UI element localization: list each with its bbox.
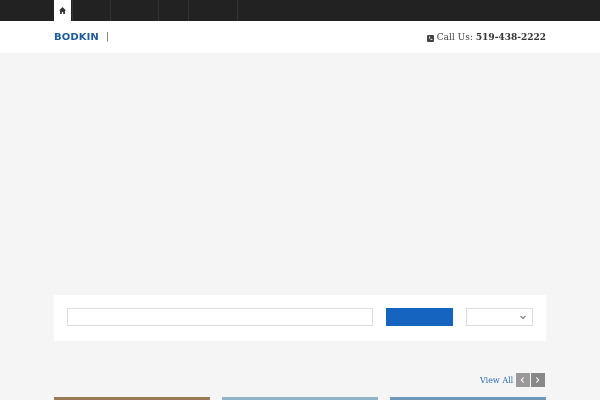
property-search-panel (54, 295, 546, 341)
site-header: BODKIN | Call Us: 519-438-2222 (0, 21, 600, 53)
phone-icon (426, 35, 434, 42)
chevron-right-icon (535, 377, 540, 383)
phone-contact: Call Us: 519-438-2222 (426, 33, 546, 44)
view-all-link[interactable]: View All (480, 376, 513, 386)
top-navigation-bar (0, 0, 600, 21)
phone-number[interactable]: 519-438-2222 (476, 33, 546, 44)
nav-item-3[interactable] (158, 0, 188, 21)
nav-item-4[interactable] (188, 0, 237, 21)
search-button[interactable] (386, 308, 453, 326)
site-logo[interactable]: BODKIN (54, 32, 99, 43)
carousel-prev-button[interactable] (516, 373, 530, 387)
header-separator: | (106, 32, 110, 42)
home-nav-button[interactable] (54, 0, 71, 21)
chevron-left-icon (520, 377, 525, 383)
carousel-next-button[interactable] (531, 373, 545, 387)
filter-select[interactable] (466, 308, 533, 326)
phone-label: Call Us: (436, 33, 473, 43)
nav-item-5[interactable] (237, 0, 238, 21)
home-icon (59, 7, 66, 14)
search-input[interactable] (67, 308, 373, 326)
chevron-down-icon (520, 315, 526, 320)
nav-item-1[interactable] (72, 0, 110, 21)
nav-item-2[interactable] (110, 0, 158, 21)
